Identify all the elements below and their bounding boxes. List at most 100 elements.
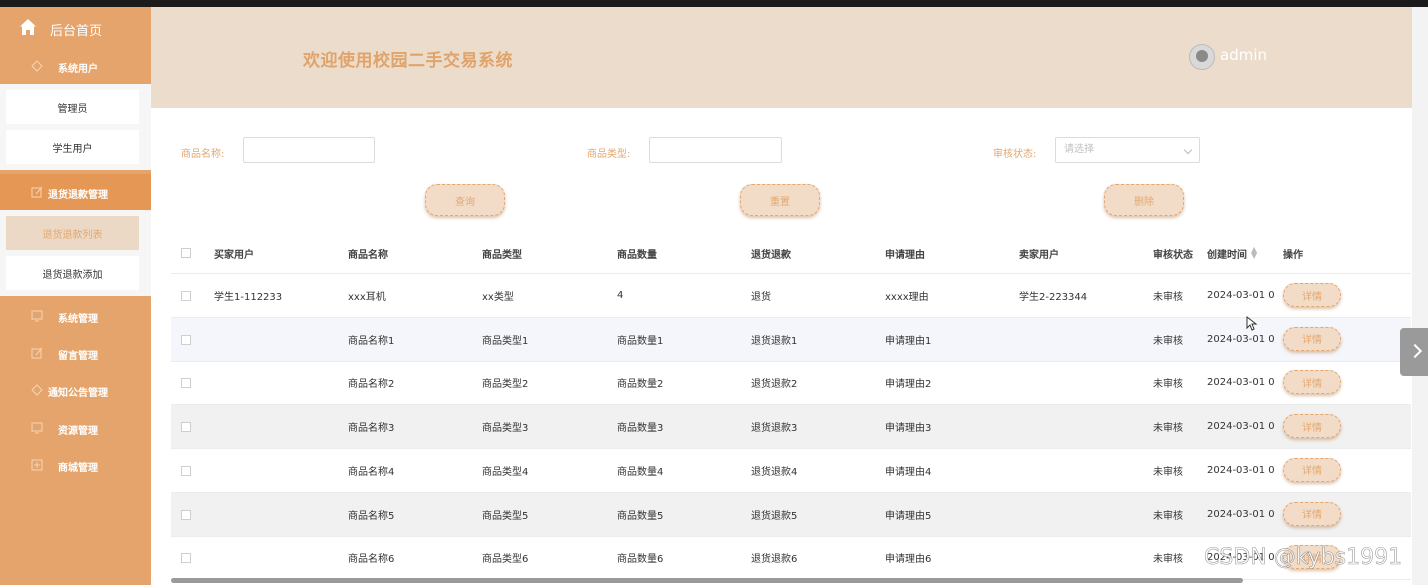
watermark: CSDN @kybs1991 <box>1204 545 1403 571</box>
cell-refund: 退货退款3 <box>751 423 798 435</box>
cell-created: 2024-03-01 09 <box>1207 421 1275 433</box>
audit-status-placeholder: 请选择 <box>1064 144 1094 155</box>
horizontal-scrollbar[interactable] <box>171 578 1243 583</box>
cell-quantity: 商品数量4 <box>617 466 664 478</box>
table-row[interactable]: 商品名称3 商品类型3 商品数量3 退货退款3 申请理由3 未审核 2024-03-01 0… <box>171 405 1411 450</box>
table-row[interactable]: 商品名称4 商品类型4 商品数量4 退货退款4 申请理由4 未审核 2024-03-01 0… <box>171 449 1411 493</box>
sidebar-group-label: 退货退款管理 <box>48 190 108 201</box>
sidebar-group-message[interactable]: 留言管理 <box>0 338 151 368</box>
product-name-input[interactable] <box>243 137 375 163</box>
row-checkbox[interactable] <box>181 378 191 389</box>
cell-quantity: 商品数量5 <box>617 510 664 522</box>
header-actions: 操作 <box>1283 249 1303 261</box>
monitor-icon <box>31 310 43 322</box>
cell-product-name: 商品名称5 <box>348 510 395 522</box>
cell-status: 未审核 <box>1153 423 1183 435</box>
sidebar: 后台首页 系统用户 管理员 学生用户 退货退款管理 退货退款列表 退货退款添加 … <box>0 7 151 585</box>
sidebar-group-mall[interactable]: 商城管理 <box>0 450 151 480</box>
mouse-cursor-icon <box>1246 316 1258 331</box>
cell-status: 未审核 <box>1153 292 1183 303</box>
cell-created: 2024-03-01 09 <box>1207 333 1275 345</box>
home-icon <box>20 19 36 35</box>
sidebar-group-label: 系统管理 <box>58 314 98 325</box>
select-all-checkbox[interactable] <box>181 248 191 258</box>
page-title: 欢迎使用校园二手交易系统 <box>303 51 513 71</box>
detail-button[interactable]: 详情 <box>1283 457 1341 482</box>
detail-button[interactable]: 详情 <box>1283 326 1341 351</box>
cell-refund: 退货退款5 <box>751 510 798 522</box>
cell-status: 未审核 <box>1153 466 1183 478</box>
delete-button[interactable]: 删除 <box>1104 184 1184 216</box>
cell-product-type: 商品类型5 <box>482 510 529 522</box>
cell-product-type: xx类型 <box>482 292 514 303</box>
cell-seller: 学生2-223344 <box>1019 292 1088 303</box>
cell-product-name: xxx耳机 <box>348 292 386 303</box>
cell-refund: 退货 <box>751 292 771 303</box>
monitor-icon <box>31 422 43 434</box>
sidebar-group-refund[interactable]: 退货退款管理 <box>0 174 151 210</box>
cell-refund: 退货退款4 <box>751 466 798 478</box>
row-checkbox[interactable] <box>181 553 191 564</box>
product-type-input[interactable] <box>649 137 782 163</box>
detail-button[interactable]: 详情 <box>1283 370 1341 395</box>
cell-product-type: 商品类型2 <box>482 379 529 391</box>
edit-icon <box>31 186 43 198</box>
row-checkbox[interactable] <box>181 509 191 520</box>
sidebar-item-student[interactable]: 学生用户 <box>6 130 139 164</box>
header-created-label: 创建时间 <box>1207 249 1247 261</box>
row-checkbox[interactable] <box>181 291 191 301</box>
sidebar-item-refund-add[interactable]: 退货退款添加 <box>6 256 139 290</box>
main-content: 商品名称: 商品类型: 审核状态: 请选择 查询 重置 删除 买家用户 商品名称… <box>157 113 1412 585</box>
product-name-label: 商品名称: <box>181 149 225 160</box>
row-checkbox[interactable] <box>181 334 191 345</box>
window-top-strip <box>0 0 1428 7</box>
sidebar-group-system-users[interactable]: 系统用户 <box>0 51 151 81</box>
next-page-arrow[interactable] <box>1400 328 1428 376</box>
chevron-right-icon <box>1407 343 1423 359</box>
header-status: 审核状态 <box>1153 249 1193 261</box>
cell-product-type: 商品类型4 <box>482 466 529 478</box>
detail-button[interactable]: 详情 <box>1283 414 1341 439</box>
header-created[interactable]: 创建时间 ▲ ▼ <box>1207 233 1257 273</box>
cell-quantity: 4 <box>617 290 624 301</box>
avatar[interactable] <box>1189 44 1215 70</box>
reset-button[interactable]: 重置 <box>740 184 820 216</box>
sidebar-item-admin[interactable]: 管理员 <box>6 90 139 124</box>
sidebar-group-resource[interactable]: 资源管理 <box>0 413 151 443</box>
cell-quantity: 商品数量6 <box>617 554 664 566</box>
detail-button[interactable]: 详情 <box>1283 283 1341 307</box>
table-row[interactable]: 学生1-112233 xxx耳机 xx类型 4 退货 xxxx理由 学生2-223344 未审… <box>171 274 1411 318</box>
cell-created: 2024-03-01 09 <box>1207 377 1275 389</box>
detail-button[interactable]: 详情 <box>1283 501 1341 526</box>
audit-status-select[interactable]: 请选择 <box>1055 137 1200 163</box>
table-row[interactable]: 商品名称5 商品类型5 商品数量5 退货退款5 申请理由5 未审核 2024-03-01 0… <box>171 492 1411 537</box>
cell-product-type: 商品类型3 <box>482 423 529 435</box>
cell-product-name: 商品名称1 <box>348 335 395 347</box>
cell-status: 未审核 <box>1153 379 1183 391</box>
cell-reason: 申请理由4 <box>885 466 932 478</box>
header-username[interactable]: admin <box>1220 46 1267 64</box>
sidebar-item-refund-list[interactable]: 退货退款列表 <box>6 216 139 250</box>
cell-buyer: 学生1-112233 <box>214 292 283 303</box>
cell-product-name: 商品名称2 <box>348 379 395 391</box>
cell-status: 未审核 <box>1153 554 1183 566</box>
sidebar-group-label: 留言管理 <box>58 351 98 362</box>
right-gutter <box>1412 7 1428 585</box>
sidebar-group-system-mgmt[interactable]: 系统管理 <box>0 301 151 331</box>
query-button[interactable]: 查询 <box>425 184 505 216</box>
chevron-down-icon <box>1183 145 1193 155</box>
table-row[interactable]: 商品名称1 商品类型1 商品数量1 退货退款1 申请理由1 未审核 2024-03-01 0… <box>171 317 1411 362</box>
sidebar-group-notice[interactable]: 通知公告管理 <box>0 375 151 405</box>
sidebar-home[interactable]: 后台首页 <box>0 7 151 47</box>
sort-icon: ▲ ▼ <box>1251 245 1258 260</box>
cell-status: 未审核 <box>1153 510 1183 522</box>
header: 欢迎使用校园二手交易系统 admin <box>151 7 1428 108</box>
cell-quantity: 商品数量2 <box>617 379 664 391</box>
cell-product-type: 商品类型6 <box>482 554 529 566</box>
sidebar-group-label: 资源管理 <box>58 426 98 437</box>
row-checkbox[interactable] <box>181 465 191 476</box>
table-row[interactable]: 商品名称2 商品类型2 商品数量2 退货退款2 申请理由2 未审核 2024-03-01 0… <box>171 361 1411 406</box>
row-checkbox[interactable] <box>181 422 191 433</box>
header-quantity: 商品数量 <box>617 249 657 261</box>
plus-box-icon <box>31 459 43 471</box>
